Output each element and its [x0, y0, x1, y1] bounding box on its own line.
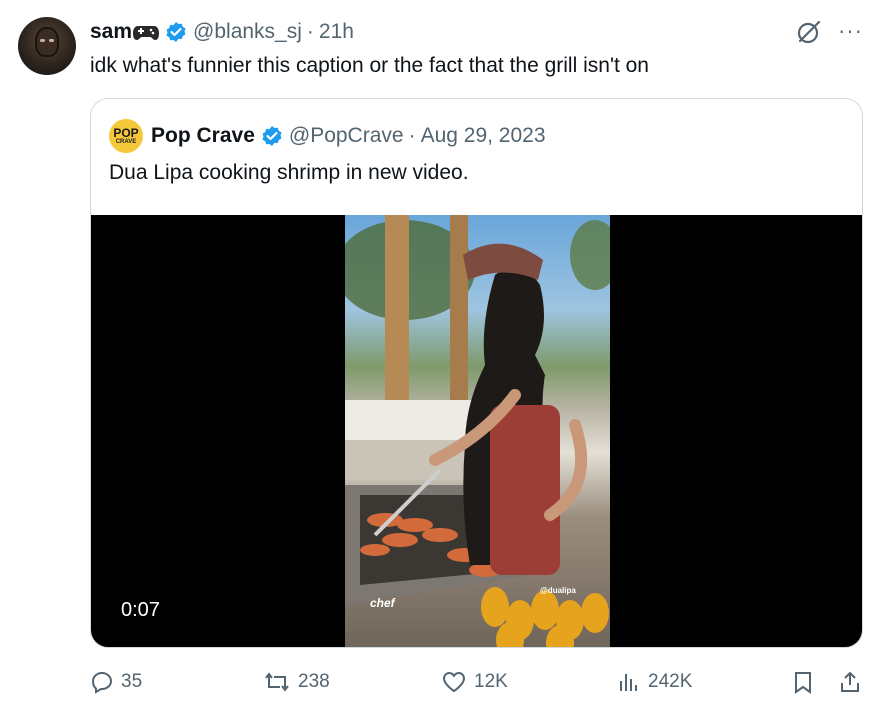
quote-author-name[interactable]: Pop Crave	[151, 124, 255, 148]
tweet-text: idk what's funnier this caption or the f…	[90, 54, 649, 77]
reply-count: 35	[121, 671, 143, 692]
like-button[interactable]: 12K	[441, 670, 508, 694]
author-name[interactable]: sam	[90, 20, 132, 44]
avatar[interactable]	[18, 17, 76, 75]
video-tag: @dualipa	[540, 586, 576, 595]
bookmark-button[interactable]	[792, 670, 821, 694]
grok-icon[interactable]	[795, 18, 823, 51]
share-button[interactable]	[838, 670, 869, 694]
quote-header: POP CRAVE Pop Crave @PopCrave · Aug 29, …	[109, 119, 546, 153]
bookmark-icon	[795, 672, 811, 694]
like-icon	[442, 671, 466, 693]
video-caption: chef	[370, 596, 396, 610]
more-icon[interactable]: ···	[838, 18, 863, 44]
share-icon	[841, 671, 859, 692]
author-handle[interactable]: @blanks_sj	[193, 20, 302, 44]
like-count: 12K	[474, 671, 508, 692]
views-count: 242K	[648, 671, 693, 692]
avatar-eye	[40, 39, 45, 42]
video-player[interactable]: chef @dualipa 0:07	[91, 215, 862, 647]
quote-text: Dua Lipa cooking shrimp in new video.	[109, 161, 469, 184]
repost-button[interactable]: 238	[263, 670, 330, 694]
views-icon	[620, 674, 637, 691]
quoted-tweet[interactable]: POP CRAVE Pop Crave @PopCrave · Aug 29, …	[90, 98, 863, 648]
action-bar: 35 238 12K 242K	[0, 670, 882, 698]
verified-icon	[165, 21, 187, 43]
pop-crave-logo[interactable]: POP CRAVE	[109, 119, 143, 153]
tweet-header: sam @blanks_sj · 21h	[90, 19, 354, 45]
verified-icon	[261, 125, 283, 147]
repost-count: 238	[298, 671, 330, 692]
avatar-face	[35, 27, 59, 57]
video-frame: chef @dualipa	[345, 215, 610, 647]
separator-dot: ·	[306, 20, 314, 43]
logo-subtext: CRAVE	[115, 138, 137, 145]
video-duration: 0:07	[121, 599, 160, 621]
reply-button[interactable]: 35	[90, 670, 142, 694]
separator-dot: ·	[408, 124, 416, 147]
reply-icon	[91, 671, 113, 694]
views-button[interactable]: 242K	[617, 670, 692, 694]
repost-icon	[265, 672, 289, 692]
gamepad-icon	[133, 23, 160, 41]
quote-date[interactable]: Aug 29, 2023	[421, 124, 546, 148]
quote-author-handle[interactable]: @PopCrave	[289, 124, 404, 148]
avatar-eye	[49, 39, 54, 42]
logo-text: POP	[113, 125, 139, 140]
tweet-time[interactable]: 21h	[319, 20, 354, 44]
